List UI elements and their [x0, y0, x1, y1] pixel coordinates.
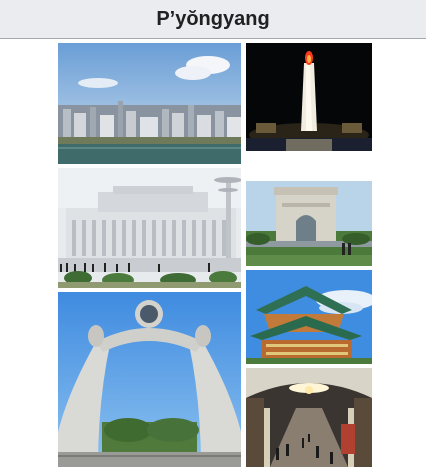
- page-title: P’yŏngyang: [156, 7, 270, 30]
- image-montage: [0, 39, 426, 468]
- metro-station-photo[interactable]: [246, 368, 372, 467]
- kumsusan-palace-photo[interactable]: [58, 168, 241, 288]
- infobox-header: P’yŏngyang: [0, 0, 426, 39]
- monument-to-reunification-photo[interactable]: [58, 292, 241, 467]
- juche-tower-night-photo[interactable]: [246, 43, 372, 151]
- arch-of-triumph-photo[interactable]: [246, 181, 372, 266]
- city-skyline-photo[interactable]: [58, 43, 241, 164]
- pagoda-roof-building-photo[interactable]: [246, 270, 372, 364]
